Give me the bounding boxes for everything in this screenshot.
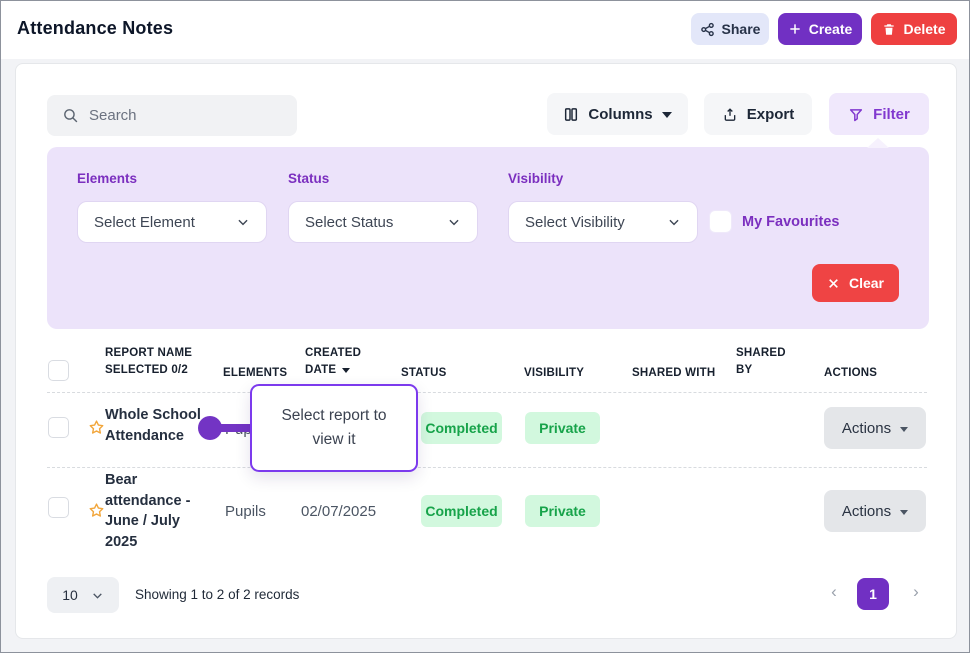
chevron-down-icon [667, 215, 681, 229]
share-icon [700, 22, 715, 37]
created-date-header-line2: DATE [305, 364, 336, 376]
column-header-report-name[interactable]: REPORT NAME SELECTED 0/2 [105, 347, 192, 376]
pagination-page-1-button[interactable]: 1 [857, 578, 889, 610]
column-header-visibility[interactable]: VISIBILITY [524, 367, 584, 379]
visibility-badge: Private [525, 495, 600, 527]
share-button-label: Share [722, 21, 761, 37]
visibility-select-value: Select Visibility [525, 214, 625, 231]
column-header-elements[interactable]: ELEMENTS [223, 367, 287, 379]
elements-select-value: Select Element [94, 214, 195, 231]
pagination-next-button[interactable]: › [906, 582, 926, 602]
elements-cell: Pupils [225, 503, 266, 520]
page-size-value: 10 [62, 587, 78, 603]
actions-button[interactable]: Actions [824, 490, 926, 532]
filter-button-label: Filter [873, 106, 910, 123]
page-size-select[interactable]: 10 [47, 577, 119, 613]
chevron-down-icon [900, 427, 908, 432]
visibility-badge: Private [525, 412, 600, 444]
row-checkbox[interactable] [48, 417, 69, 438]
chevron-down-icon [447, 215, 461, 229]
export-button[interactable]: Export [704, 93, 812, 135]
column-header-created-date[interactable]: CREATED DATE [305, 347, 361, 376]
search-icon [62, 107, 79, 124]
clear-button-label: Clear [849, 275, 884, 291]
select-all-checkbox[interactable] [48, 360, 69, 381]
created-date-cell: 02/07/2025 [301, 503, 376, 520]
shared-by-header-line2: BY [736, 364, 786, 376]
chevron-down-icon [900, 510, 908, 515]
filter-button[interactable]: Filter [829, 93, 929, 135]
actions-button-label: Actions [842, 420, 891, 437]
status-badge: Completed [421, 412, 502, 444]
columns-button[interactable]: Columns [547, 93, 688, 135]
filter-panel: Elements Select Element Status Select St… [47, 147, 929, 329]
my-favourites-checkbox[interactable] [709, 210, 732, 233]
visibility-filter-label: Visibility [508, 171, 563, 186]
top-bar: Attendance Notes Share Create [1, 1, 969, 59]
status-select[interactable]: Select Status [288, 201, 478, 243]
report-name-header-line1: REPORT NAME [105, 347, 192, 359]
sort-desc-icon[interactable] [342, 368, 350, 373]
chevron-down-icon [662, 112, 672, 118]
delete-button[interactable]: Delete [871, 13, 957, 45]
created-date-header-line1: CREATED [305, 347, 361, 359]
row-checkbox[interactable] [48, 497, 69, 518]
actions-button-label: Actions [842, 503, 891, 520]
tour-popup-text: Select report to view it [269, 404, 399, 452]
tour-popup: Select report to view it [250, 384, 418, 472]
search-input[interactable] [89, 107, 279, 124]
chevron-down-icon [236, 215, 250, 229]
report-name-header-line2: SELECTED 0/2 [105, 364, 192, 376]
status-badge: Completed [421, 495, 502, 527]
trash-icon [882, 22, 896, 37]
share-button[interactable]: Share [691, 13, 769, 45]
column-header-shared-with[interactable]: SHARED WITH [632, 367, 715, 379]
create-button[interactable]: Create [778, 13, 862, 45]
visibility-select[interactable]: Select Visibility [508, 201, 698, 243]
tour-beacon-icon[interactable] [198, 416, 222, 440]
attendance-notes-card: Columns Export Filter Elements [15, 63, 957, 639]
clear-filters-button[interactable]: Clear [812, 264, 899, 302]
columns-button-label: Columns [588, 106, 652, 123]
status-select-value: Select Status [305, 214, 393, 231]
elements-select[interactable]: Select Element [77, 201, 267, 243]
delete-button-label: Delete [903, 21, 945, 37]
export-button-label: Export [747, 106, 795, 123]
elements-filter-label: Elements [77, 171, 137, 186]
chevron-down-icon [91, 589, 104, 602]
shared-by-header-line1: SHARED [736, 347, 786, 359]
column-header-status[interactable]: STATUS [401, 367, 447, 379]
pagination-prev-button[interactable]: ‹ [824, 582, 844, 602]
close-icon [827, 277, 840, 290]
status-filter-label: Status [288, 171, 329, 186]
plus-icon [788, 22, 802, 36]
favourite-star-icon[interactable] [88, 419, 105, 436]
create-button-label: Create [809, 21, 853, 37]
actions-button[interactable]: Actions [824, 407, 926, 449]
filter-panel-arrow-icon [867, 138, 889, 148]
columns-icon [563, 106, 579, 123]
search-box[interactable] [47, 95, 297, 136]
filter-icon [848, 106, 864, 123]
attendance-notes-page: Attendance Notes Share Create [0, 0, 970, 653]
column-header-actions: ACTIONS [824, 367, 877, 379]
report-name-link[interactable]: Bear attendance - June / July 2025 [105, 470, 215, 552]
export-icon [722, 106, 738, 123]
page-title: Attendance Notes [17, 18, 173, 39]
my-favourites-label: My Favourites [742, 214, 840, 230]
row-divider [47, 392, 927, 393]
column-header-shared-by[interactable]: SHARED BY [736, 347, 786, 376]
records-summary: Showing 1 to 2 of 2 records [135, 587, 299, 602]
row-divider [47, 467, 927, 468]
favourite-star-icon[interactable] [88, 502, 105, 519]
